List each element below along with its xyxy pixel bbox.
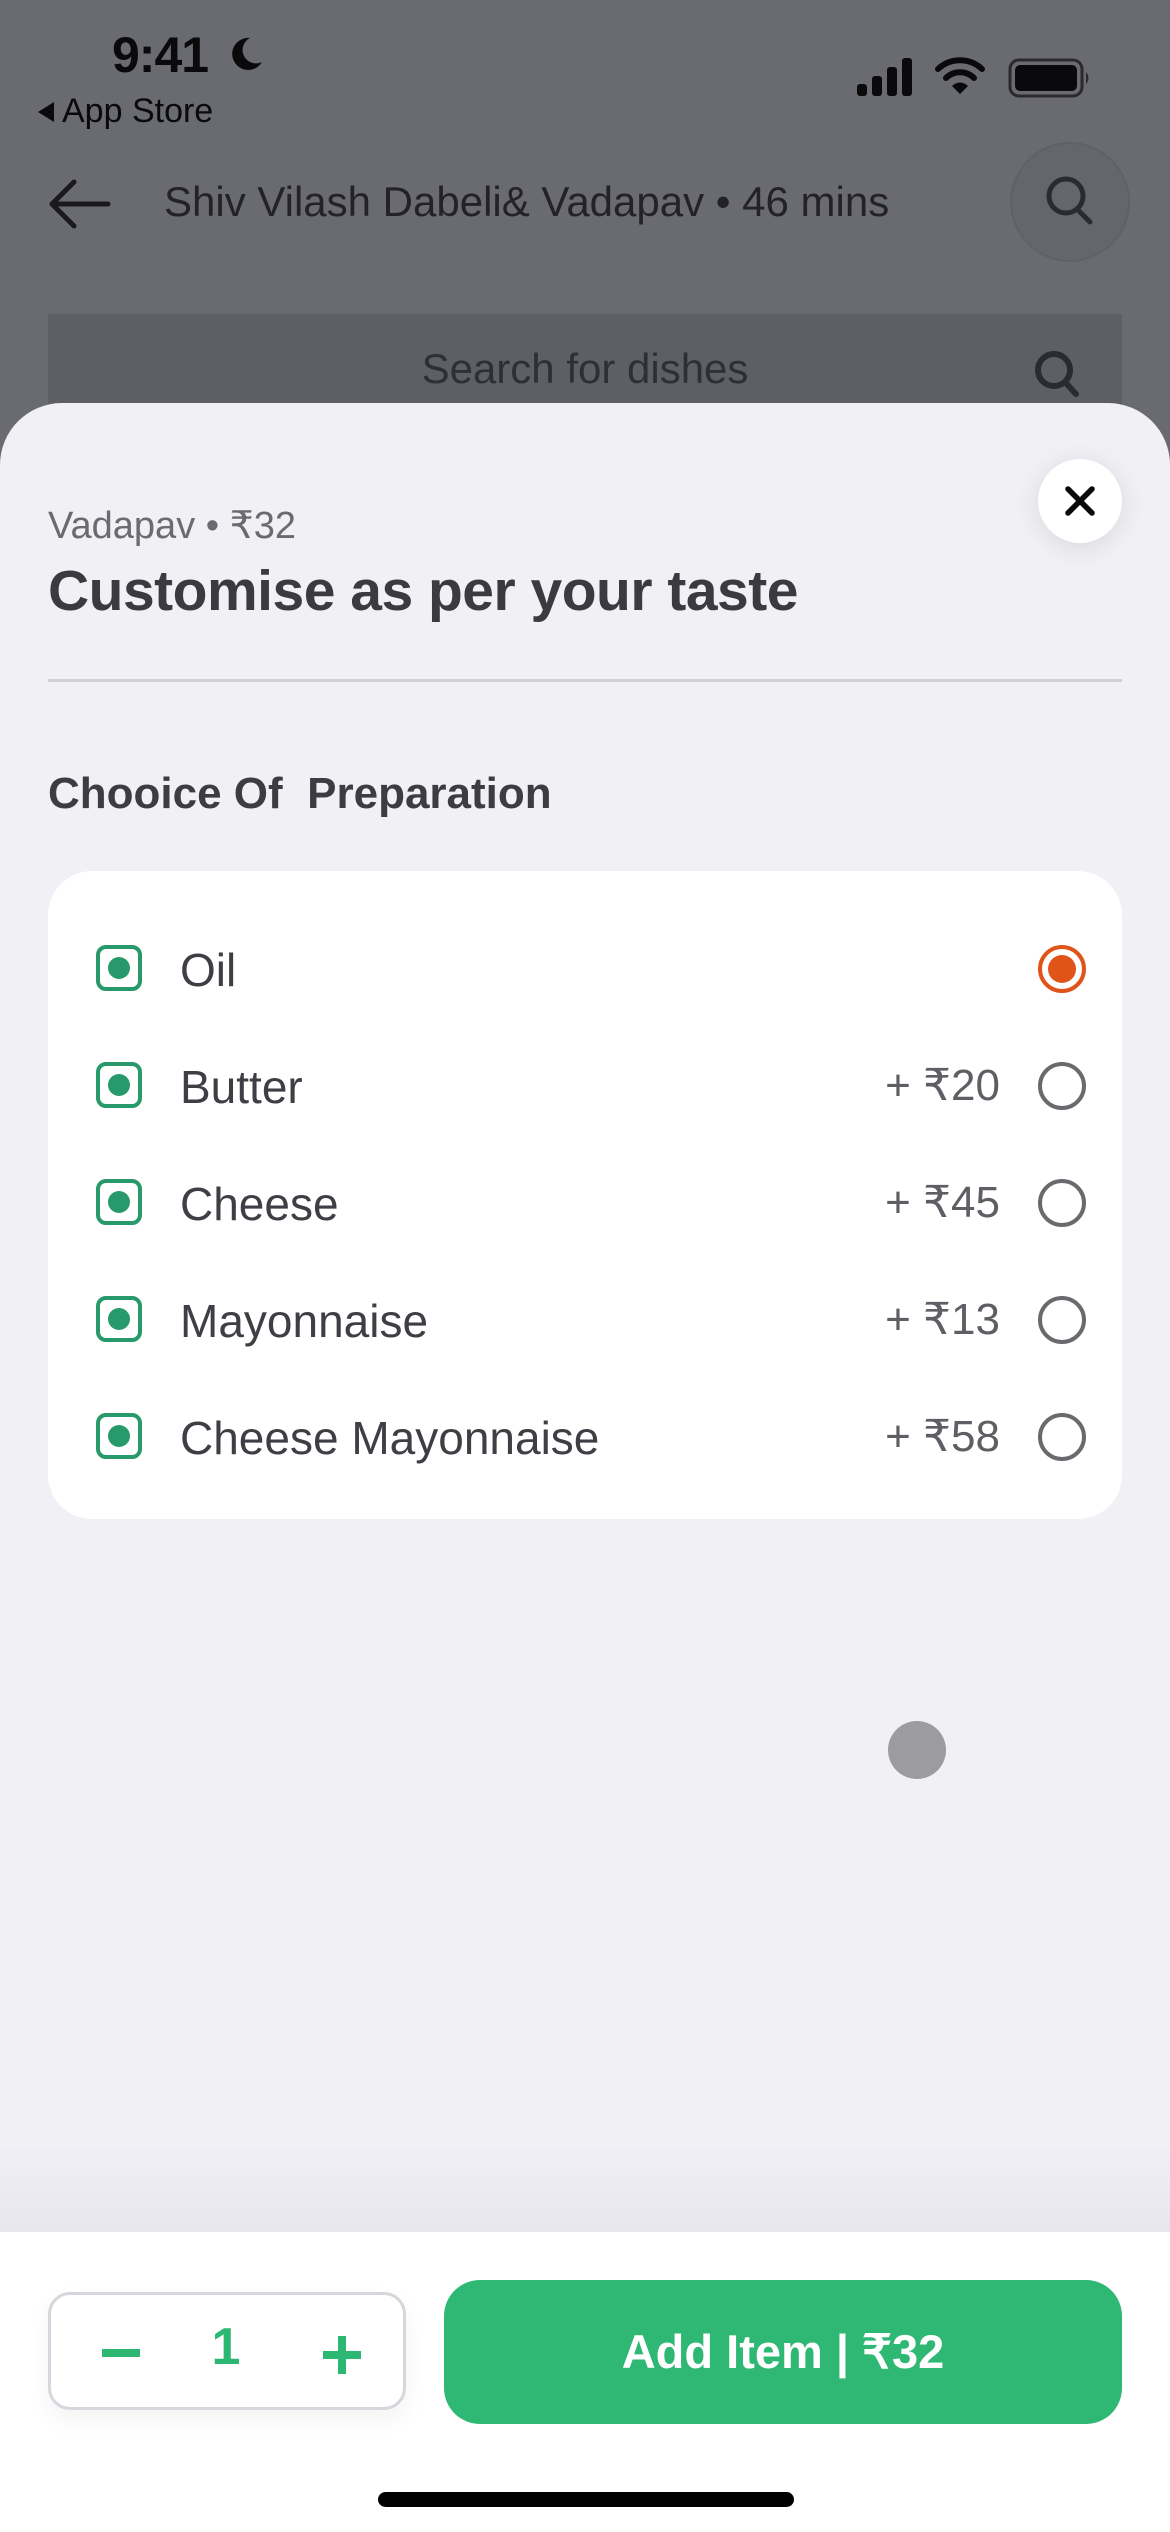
option-oil[interactable]: Oil <box>48 909 1122 1026</box>
preparation-options: Oil Butter + ₹20 Cheese + ₹45 Mayonnaise… <box>48 871 1122 1519</box>
signal-icon <box>857 58 912 96</box>
veg-icon <box>96 1179 142 1225</box>
sheet-bottom-fade <box>0 2148 1170 2233</box>
back-app-label: App Store <box>62 92 214 130</box>
dish-search-placeholder: Search for dishes <box>421 345 749 392</box>
option-cheese-mayonnaise[interactable]: Cheese Mayonnaise + ₹58 <box>48 1377 1122 1494</box>
wifi-icon <box>935 57 985 94</box>
restaurant-title: Shiv Vilash Dabeli& Vadapav • 46 mins <box>164 178 890 225</box>
option-cheese[interactable]: Cheese + ₹45 <box>48 1143 1122 1260</box>
option-butter[interactable]: Butter + ₹20 <box>48 1026 1122 1143</box>
option-label: Cheese <box>180 1178 339 1230</box>
sheet-title: Customise as per your taste <box>48 559 798 623</box>
header-search-button[interactable] <box>1010 142 1130 262</box>
battery-icon <box>1008 58 1089 98</box>
moon-icon <box>232 37 262 70</box>
status-time: 9:41 <box>112 27 209 83</box>
touch-indicator <box>888 1721 946 1779</box>
customise-bottom-sheet: Vadapav • ₹32 Customise as per your tast… <box>0 403 1170 2532</box>
option-label: Mayonnaise <box>180 1295 429 1347</box>
veg-icon <box>96 1062 142 1108</box>
option-price: + ₹20 <box>885 1061 1000 1110</box>
option-mayonnaise[interactable]: Mayonnaise + ₹13 <box>48 1260 1122 1377</box>
status-bar: 9:41 App Store <box>0 0 1170 140</box>
quantity-stepper: 1 <box>48 2292 406 2410</box>
search-icon <box>1046 176 1093 225</box>
search-icon <box>1035 351 1079 397</box>
option-label: Oil <box>180 944 237 996</box>
back-triangle-icon <box>38 101 54 122</box>
close-button[interactable] <box>1038 459 1122 543</box>
option-price: + ₹45 <box>885 1178 1000 1227</box>
minus-icon[interactable] <box>91 2325 151 2381</box>
add-item-button[interactable]: Add Item | ₹32 <box>444 2280 1122 2424</box>
radio-unselected[interactable] <box>1038 1413 1086 1461</box>
option-label: Cheese Mayonnaise <box>180 1412 600 1464</box>
arrow-left-icon[interactable] <box>44 176 114 232</box>
radio-unselected[interactable] <box>1038 1179 1086 1227</box>
option-label: Butter <box>180 1061 303 1113</box>
plus-icon[interactable] <box>311 2325 371 2385</box>
back-to-app-store[interactable]: App Store <box>38 92 213 131</box>
quantity-value: 1 <box>211 2318 241 2376</box>
option-price: + ₹58 <box>885 1412 1000 1461</box>
section-title: Chooice Of Preparation <box>48 769 552 818</box>
footer-action-bar: 1 Add Item | ₹32 <box>0 2232 1170 2532</box>
radio-unselected[interactable] <box>1038 1296 1086 1344</box>
item-name-price: Vadapav • ₹32 <box>48 505 297 547</box>
divider <box>48 679 1122 682</box>
veg-icon <box>96 1413 142 1459</box>
radio-unselected[interactable] <box>1038 1062 1086 1110</box>
restaurant-header: Shiv Vilash Dabeli& Vadapav • 46 mins <box>0 140 1170 270</box>
veg-icon <box>96 1296 142 1342</box>
option-price: + ₹13 <box>885 1295 1000 1344</box>
home-indicator <box>378 2492 794 2507</box>
close-icon <box>1065 486 1095 516</box>
veg-icon <box>96 945 142 991</box>
radio-selected[interactable] <box>1038 945 1086 993</box>
